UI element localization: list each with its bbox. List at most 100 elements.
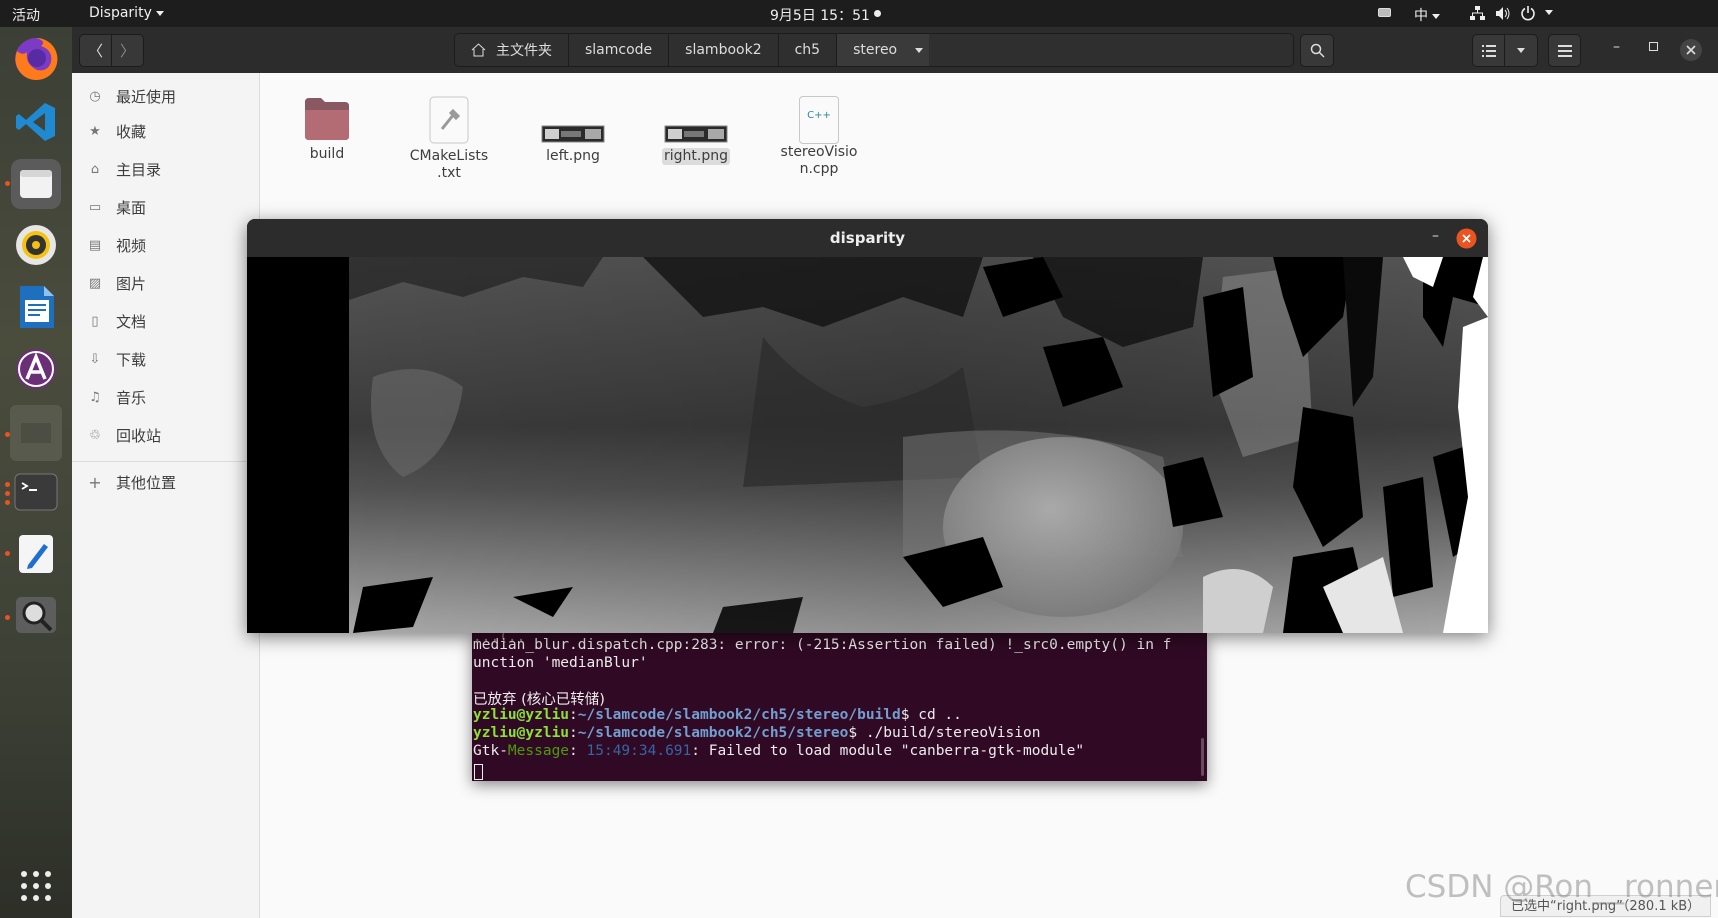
folder-icon [305,98,349,140]
file-item-cmakelists[interactable]: CMakeLists .txt [394,96,504,182]
breadcrumb-label: slamcode [585,42,653,58]
sidebar-item-documents[interactable]: ▯ 文档 [72,304,259,338]
prompt-path: ~/slamcode/slambook2/ch5/stereo/build [577,707,901,723]
back-button[interactable]: 〈 [79,34,112,67]
forward-button[interactable]: 〉 [111,34,144,67]
activities-button[interactable]: 活动 [12,5,40,25]
sidebar-item-videos[interactable]: ▤ 视频 [72,228,259,262]
breadcrumb-stereo[interactable]: stereo [837,34,941,66]
dock-software[interactable] [11,344,61,394]
app-menu-label: Disparity [89,5,152,21]
sidebar-item-label: 图片 [116,274,147,293]
search-icon [1310,43,1325,58]
sidebar-item-downloads[interactable]: ⇩ 下载 [72,342,259,376]
sidebar-item-label: 收藏 [116,122,147,141]
view-options-button[interactable] [1504,34,1538,67]
chevron-right-icon: 〉 [119,42,135,60]
star-icon: ★ [89,123,101,139]
running-indicator [5,615,10,620]
prompt-command: $ cd .. [900,707,962,723]
app-menu[interactable]: Disparity [89,5,164,21]
breadcrumb-slamcode[interactable]: slamcode [569,34,670,66]
picture-icon: ▨ [88,275,102,291]
notification-dot-icon [874,10,881,17]
sidebar-item-recent[interactable]: ◷ 最近使用 [72,79,259,113]
file-name-line2: n.cpp [799,161,839,177]
sidebar-item-label: 视频 [116,236,147,255]
sidebar-item-pictures[interactable]: ▨ 图片 [72,266,259,300]
running-indicator [5,551,10,556]
cpp-badge: C++ [807,110,831,121]
minimize-icon[interactable]: – [1613,39,1620,55]
network-icon[interactable] [1470,6,1485,21]
chevron-down-icon[interactable] [1545,10,1553,15]
sidebar-item-desktop[interactable]: ▭ 桌面 [72,190,259,224]
volume-icon[interactable] [1495,6,1511,21]
show-apps-icon[interactable] [20,870,52,902]
home-icon [471,43,486,57]
clock-icon: ◷ [89,88,101,104]
breadcrumb-ch5[interactable]: ch5 [779,34,838,66]
dock-text-editor[interactable] [11,529,61,579]
file-item-build[interactable]: build [272,96,382,163]
dock-files[interactable] [11,159,61,209]
text-file-icon [429,96,469,144]
close-icon[interactable] [1679,38,1703,62]
sidebar-item-label: 桌面 [116,198,147,217]
disparity-window-icon [21,423,51,443]
sidebar-item-starred[interactable]: ★ 收藏 [72,114,259,148]
running-indicator [5,432,10,437]
disparity-window: disparity – [247,219,1488,633]
view-list-button[interactable] [1472,34,1505,67]
disparity-map-image [343,257,1488,633]
sidebar-item-trash[interactable]: ♲ 回收站 [72,418,259,452]
file-item-right-png[interactable]: right.png [641,96,751,165]
terminal-scrollbar[interactable] [1201,738,1204,776]
disparity-titlebar[interactable]: disparity [247,219,1488,257]
dock-firefox[interactable] [11,34,61,84]
terminal-window[interactable]: ...(.. median_blur.dispatch.cpp:283: err… [472,629,1207,781]
breadcrumb-slambook2[interactable]: slambook2 [669,34,779,66]
file-name: build [309,146,345,162]
dock [0,27,72,918]
input-method-menu[interactable]: 中 [1414,5,1440,25]
sidebar-item-home[interactable]: ⌂ 主目录 [72,152,259,186]
dock-rhythmbox[interactable] [11,220,61,270]
file-item-stereovision-cpp[interactable]: C++ stereoVisio n.cpp [764,96,874,178]
dock-vscode[interactable] [11,97,61,147]
terminal-prompt-line: yzliu@yzliu:~/slamcode/slambook2/ch5/ste… [473,725,1041,741]
file-name-line1: CMakeLists [409,148,489,164]
dock-disparity[interactable] [10,405,62,461]
file-item-left-png[interactable]: left.png [518,96,628,165]
dock-terminal[interactable] [11,467,61,517]
list-view-icon [1481,44,1496,57]
search-button[interactable] [1300,34,1334,67]
file-name-line1: stereoVisio [780,144,858,160]
running-indicator [5,482,10,487]
terminal-line: median_blur.dispatch.cpp:283: error: (-2… [473,637,1172,653]
prompt-user: yzliu@yzliu [473,707,570,723]
minimize-icon[interactable]: – [1432,228,1439,244]
terminal-prompt-line: yzliu@yzliu:~/slamcode/slambook2/ch5/ste… [473,707,962,723]
keyboard-icon[interactable] [1378,8,1391,17]
window-title: disparity [829,229,906,247]
sidebar-item-other-locations[interactable]: + 其他位置 [72,465,259,499]
gtk-timestamp: 15:49:34.691 [586,743,692,759]
file-name-line2: .txt [437,165,461,181]
terminal-gtk-message-line: Gtk-Message: 15:49:34.691: Failed to loa… [473,743,1085,759]
close-icon[interactable] [1456,228,1477,249]
gtk-message-label: Message [507,743,570,759]
dock-writer[interactable] [11,282,61,332]
dock-image-viewer[interactable] [11,590,61,640]
clock[interactable]: 9月5日 15：51 [770,5,870,25]
sidebar-item-music[interactable]: ♫ 音乐 [72,380,259,414]
maximize-icon[interactable] [1649,42,1658,51]
main-menu-button[interactable] [1548,34,1581,67]
power-icon[interactable] [1520,5,1536,21]
desktop-icon: ▭ [88,199,102,215]
breadcrumb-home[interactable]: 主文件夹 [455,34,569,66]
files-icon [20,170,52,198]
terminal-line: 已放弃 (核心已转储) [473,692,605,708]
hamburger-icon [1557,44,1572,57]
prompt-command: $ ./build/stereoVision [848,725,1041,741]
